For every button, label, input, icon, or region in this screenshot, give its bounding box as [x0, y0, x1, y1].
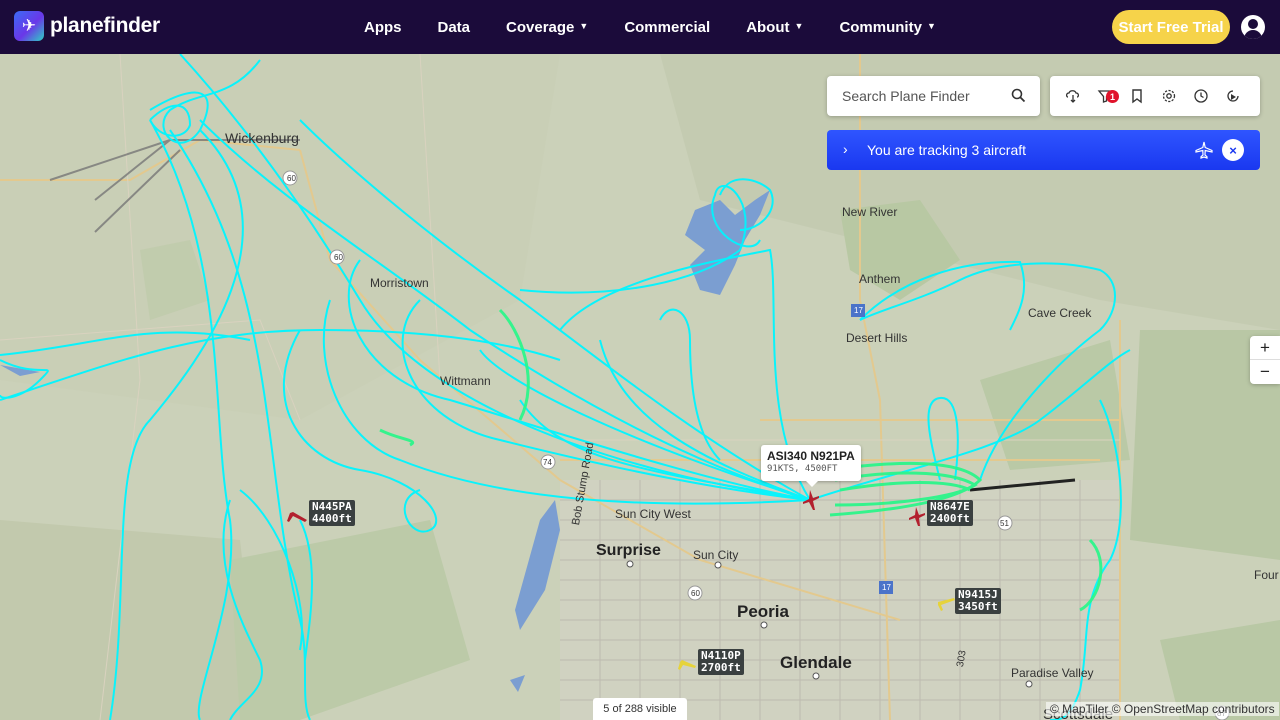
playback-icon[interactable]: [1225, 88, 1241, 104]
account-icon[interactable]: [1241, 15, 1265, 39]
place-surprise: Surprise: [596, 542, 661, 559]
search-box: [827, 76, 1040, 116]
search-input[interactable]: [842, 88, 1002, 104]
selected-callsign: ASI340 N921PA: [767, 449, 855, 463]
route-17-shield: 17: [882, 583, 891, 592]
place-glendale: Glendale: [780, 653, 852, 672]
place-sun-city-west: Sun City West: [615, 507, 691, 521]
nav-item-coverage[interactable]: Coverage ▼: [506, 19, 588, 36]
route-60-shield: 60: [334, 253, 343, 262]
filter-icon[interactable]: 1: [1097, 88, 1119, 104]
nav-label: Commercial: [624, 18, 711, 36]
route-60-shield: 60: [691, 589, 700, 598]
zoom-in-button[interactable]: +: [1250, 336, 1280, 360]
selected-aircraft-popup[interactable]: ASI340 N921PA 91KTS, 4500FT: [761, 445, 861, 487]
plane-logo-icon: ✈: [14, 11, 44, 41]
planefinder-logo[interactable]: ✈ planefinder: [14, 11, 160, 41]
filter-count-badge: 1: [1106, 90, 1119, 103]
place-paradise-valley: Paradise Valley: [1011, 666, 1094, 680]
place-fountain: Four: [1254, 568, 1279, 582]
map-attribution[interactable]: © MapTiler © OpenStreetMap contributors: [1046, 702, 1279, 716]
place-wickenburg: Wickenburg: [225, 130, 299, 146]
nav-label: Community: [839, 18, 922, 36]
place-desert-hills: Desert Hills: [846, 331, 908, 345]
zoom-out-button[interactable]: −: [1250, 360, 1280, 384]
nav-label: Coverage: [506, 18, 575, 36]
plane-icon: [1195, 141, 1213, 159]
close-icon[interactable]: ×: [1222, 139, 1244, 161]
settings-icon[interactable]: [1161, 88, 1177, 104]
start-free-trial-button[interactable]: Start Free Trial: [1112, 10, 1230, 44]
aircraft-label-n8647e[interactable]: N8647E 2400ft: [927, 500, 973, 526]
nav-item-apps[interactable]: Apps: [364, 19, 402, 36]
place-cave-creek: Cave Creek: [1028, 306, 1092, 320]
chevron-down-icon: ▼: [794, 21, 804, 31]
nav-item-commercial[interactable]: Commercial: [624, 19, 710, 36]
nav-label: Apps: [364, 18, 402, 36]
selected-speed-alt: 91KTS, 4500FT: [767, 464, 838, 474]
tracking-text: You are tracking 3 aircraft: [867, 142, 1027, 158]
aircraft-alt: 4400ft: [312, 512, 352, 525]
map-toolbar: 1: [1050, 76, 1260, 116]
aircraft-alt: 2400ft: [930, 512, 970, 525]
bookmark-icon[interactable]: [1129, 88, 1145, 104]
zoom-control: + −: [1250, 336, 1280, 384]
place-new-river: New River: [842, 205, 898, 219]
top-navbar: ✈ planefinder Apps Data Coverage ▼ Commer…: [0, 0, 1280, 54]
aircraft-alt: 3450ft: [958, 600, 998, 613]
place-anthem: Anthem: [859, 272, 901, 286]
nav-item-community[interactable]: Community ▼: [839, 19, 935, 36]
nav-item-about[interactable]: About ▼: [746, 19, 803, 36]
place-wittmann: Wittmann: [440, 374, 491, 388]
route-74-shield: 74: [543, 458, 552, 467]
nav-item-data[interactable]: Data: [438, 19, 471, 36]
aircraft-label-n9415j[interactable]: N9415J 3450ft: [955, 588, 1001, 614]
tracking-banner[interactable]: › You are tracking 3 aircraft ×: [827, 130, 1260, 170]
chevron-down-icon: ▼: [579, 21, 589, 31]
brand-name: planefinder: [50, 14, 160, 37]
nav-label: About: [746, 18, 790, 36]
aircraft-label-n4110p[interactable]: N4110P 2700ft: [698, 649, 744, 675]
route-60-shield: 60: [287, 174, 296, 183]
route-17-shield: 17: [854, 306, 863, 315]
aircraft-label-n445pa[interactable]: N445PA 4400ft: [309, 500, 355, 526]
place-morristown: Morristown: [370, 276, 429, 290]
history-icon[interactable]: [1193, 88, 1209, 104]
search-icon[interactable]: [1011, 88, 1026, 103]
main-menu: Apps Data Coverage ▼ Commercial About ▼ Co…: [364, 0, 972, 54]
chevron-right-icon[interactable]: ›: [843, 141, 848, 157]
chevron-down-icon: ▼: [926, 21, 936, 31]
weather-icon[interactable]: [1065, 88, 1081, 104]
visible-count: 5 of 288 visible: [593, 698, 687, 720]
nav-label: Data: [437, 18, 471, 36]
route-51-shield: 51: [1000, 519, 1009, 528]
aircraft-alt: 2700ft: [701, 661, 741, 674]
place-sun-city: Sun City: [693, 548, 739, 562]
place-peoria: Peoria: [737, 602, 789, 621]
